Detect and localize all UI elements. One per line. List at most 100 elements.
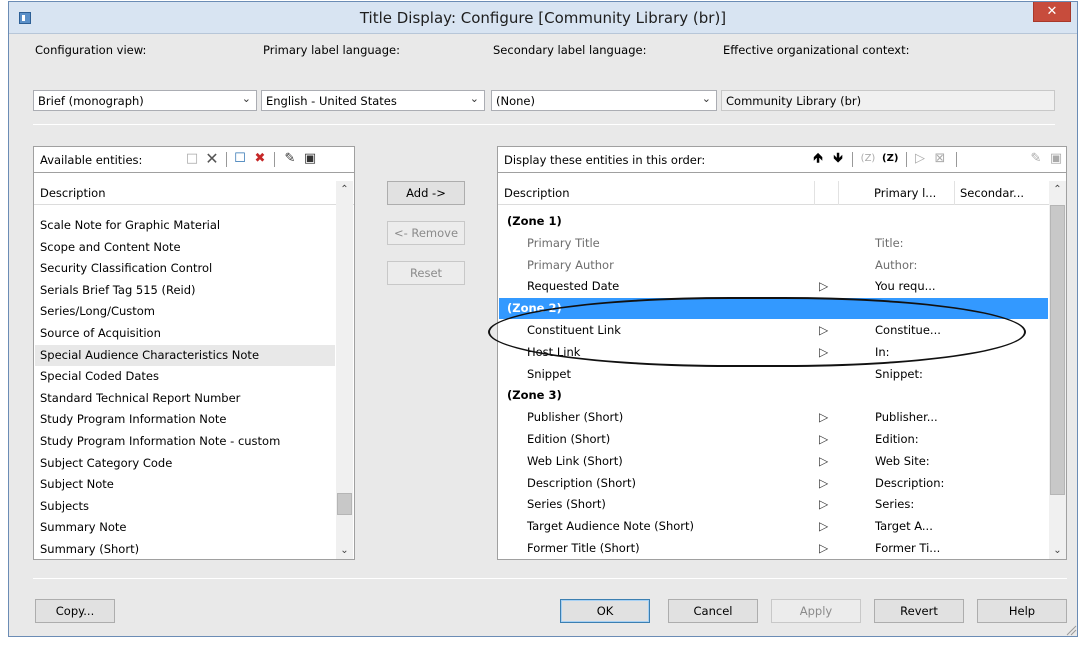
display-scrollbar[interactable]: ⌃ ⌄ — [1049, 181, 1066, 559]
comment-icon[interactable]: ☐ — [232, 151, 248, 167]
scroll-down-icon[interactable]: ⌄ — [336, 542, 353, 559]
table-row[interactable]: Description (Short) ▷ Description: — [499, 473, 1048, 494]
remove-button[interactable]: <- Remove — [387, 221, 465, 245]
clear-icon[interactable]: ⊠ — [932, 151, 948, 167]
table-row[interactable]: (Zone 3) — [499, 385, 1048, 406]
available-toolbar-label: Available entities: — [40, 153, 143, 167]
flag-icon: ▷ — [819, 410, 829, 425]
table-row[interactable]: Target Audience Note (Short) ▷ Target A... — [499, 516, 1048, 537]
row-description: Publisher (Short) — [527, 410, 624, 425]
ok-button[interactable]: OK — [560, 599, 650, 623]
list-item[interactable]: Subject Category Code — [35, 453, 335, 474]
org-context-label: Effective organizational context: — [723, 43, 910, 57]
flag-icon[interactable]: ▷ — [912, 151, 928, 167]
description-column-header[interactable]: Description — [40, 186, 106, 200]
config-view-label: Configuration view: — [35, 43, 147, 57]
secondary-language-select[interactable]: (None) ⌄ — [491, 90, 717, 111]
config-view-select[interactable]: Brief (monograph) ⌄ — [33, 90, 257, 111]
primary-language-select[interactable]: English - United States ⌄ — [261, 90, 485, 111]
list-item[interactable]: Standard Technical Report Number — [35, 388, 335, 409]
toolbar-separator — [274, 152, 275, 167]
scroll-thumb[interactable] — [337, 493, 352, 515]
primary-label-column-header[interactable]: Primary l... — [874, 186, 936, 200]
flag-icon: ▷ — [819, 432, 829, 446]
available-scrollbar[interactable]: ⌃ ⌄ — [336, 181, 353, 559]
row-description: (Zone 3) — [507, 388, 562, 403]
close-button[interactable]: ✕ — [1033, 2, 1071, 22]
row-description: Requested Date — [527, 279, 620, 294]
apply-button[interactable]: Apply — [771, 599, 861, 623]
table-row[interactable]: Constituent Link ▷ Constitue... — [499, 320, 1048, 341]
table-row[interactable]: Edition (Short) ▷ Edition: — [499, 429, 1048, 450]
row-description: (Zone 1) — [507, 214, 562, 228]
properties-icon[interactable]: ▣ — [1048, 151, 1064, 167]
column-divider[interactable] — [954, 181, 955, 205]
list-item[interactable]: Summary (Short) — [35, 539, 335, 560]
list-item[interactable]: Subject Note — [35, 474, 335, 495]
edit-icon[interactable]: ✎ — [282, 151, 298, 167]
table-row[interactable]: Snippet Snippet: — [499, 364, 1048, 385]
list-item[interactable]: Special Audience Characteristics Note — [35, 344, 335, 366]
list-item[interactable]: Source of Acquisition — [35, 323, 335, 344]
table-row[interactable]: Host Link ▷ In: — [499, 342, 1048, 363]
table-row[interactable]: Series (Short) ▷ Series: — [499, 494, 1048, 515]
copy-button[interactable]: Copy... — [35, 599, 115, 623]
list-item[interactable]: Study Program Information Note — [35, 409, 335, 430]
list-item[interactable]: Series/Long/Custom — [35, 301, 335, 322]
help-button[interactable]: Help — [977, 599, 1067, 623]
row-primary-label: Title: — [875, 235, 904, 250]
list-item[interactable]: Summary Note — [35, 517, 335, 538]
list-item[interactable]: Scope and Content Note — [35, 237, 335, 258]
list-item[interactable]: Scale Note for Graphic Material — [35, 215, 335, 236]
scroll-thumb[interactable] — [1050, 205, 1065, 495]
table-row[interactable]: Former Title (Short) ▷ Former Ti... — [499, 538, 1048, 559]
primary-language-value: English - United States — [266, 94, 397, 108]
chevron-down-icon: ⌄ — [241, 92, 251, 105]
remove-comment-icon[interactable]: ✖ — [252, 151, 268, 167]
reset-button[interactable]: Reset — [387, 261, 465, 285]
delete-icon[interactable]: ✕ — [204, 151, 220, 167]
column-divider[interactable] — [838, 181, 839, 205]
available-list-header[interactable]: Description — [34, 181, 354, 205]
move-up-icon[interactable]: 🡹 — [810, 151, 826, 167]
row-description: Former Title (Short) — [527, 541, 640, 555]
add-zone-icon[interactable]: (Z) — [860, 151, 876, 167]
row-primary-label: Constitue... — [875, 323, 941, 337]
list-item[interactable]: Security Classification Control — [35, 258, 335, 279]
title-bar[interactable]: Title Display: Configure [Community Libr… — [9, 2, 1077, 34]
table-row[interactable]: Web Link (Short) ▷ Web Site: — [499, 451, 1048, 472]
list-item[interactable]: Subjects — [35, 496, 335, 517]
revert-button[interactable]: Revert — [874, 599, 964, 623]
add-button[interactable]: Add -> — [387, 181, 465, 205]
list-item[interactable]: Study Program Information Note - custom — [35, 431, 335, 452]
scroll-down-icon[interactable]: ⌄ — [1049, 542, 1066, 559]
properties-icon[interactable]: ▣ — [302, 151, 318, 167]
cancel-button[interactable]: Cancel — [668, 599, 758, 623]
scroll-up-icon[interactable]: ⌃ — [1049, 181, 1066, 198]
footer-divider — [33, 578, 1067, 579]
table-row[interactable]: (Zone 1) — [499, 211, 1048, 232]
edit-icon[interactable]: ✎ — [1028, 151, 1044, 167]
scroll-up-icon[interactable]: ⌃ — [336, 181, 353, 198]
list-item[interactable]: Special Coded Dates — [35, 366, 335, 387]
column-divider[interactable] — [814, 181, 815, 205]
table-row[interactable]: Primary Author Author: — [499, 255, 1048, 276]
table-row[interactable]: Requested Date ▷ You requ... — [499, 276, 1048, 297]
table-row[interactable]: Publisher (Short) ▷ Publisher... — [499, 407, 1048, 428]
flag-icon: ▷ — [819, 497, 829, 512]
secondary-label-column-header[interactable]: Secondar... — [960, 186, 1024, 200]
description-column-header[interactable]: Description — [504, 186, 570, 200]
table-row[interactable]: Primary Title Title: — [499, 233, 1048, 254]
display-list-header[interactable]: Description Primary l... Secondar... — [498, 181, 1066, 205]
resize-grip-icon[interactable] — [1065, 624, 1077, 636]
row-description: Description (Short) — [527, 475, 636, 490]
header-divider — [33, 124, 1055, 125]
list-item[interactable]: Serials Brief Tag 515 (Reid) — [35, 280, 335, 301]
new-entity-icon[interactable]: □ — [184, 151, 200, 167]
table-row[interactable]: (Zone 2) — [499, 298, 1048, 320]
move-down-icon[interactable]: 🡻 — [830, 151, 846, 167]
row-primary-label: Author: — [875, 257, 918, 272]
chevron-down-icon: ⌄ — [469, 92, 479, 105]
row-primary-label: Publisher... — [875, 410, 938, 425]
remove-zone-icon[interactable]: (Z) — [882, 151, 898, 167]
